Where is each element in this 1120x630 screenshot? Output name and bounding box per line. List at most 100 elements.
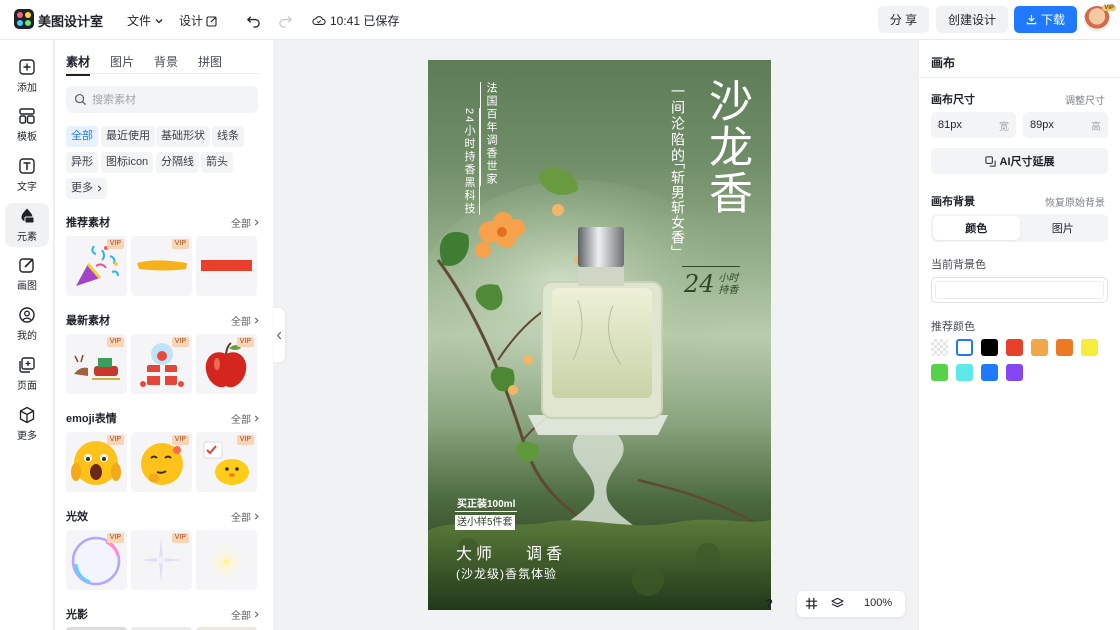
glow-icon — [206, 542, 246, 582]
swatch-light-orange[interactable] — [1031, 339, 1048, 356]
share-button[interactable]: 分 享 — [878, 6, 929, 33]
swatch-black[interactable] — [981, 339, 998, 356]
poster-promo-1[interactable]: 买正装100ml — [455, 497, 518, 512]
chip-recent[interactable]: 最近使用 — [101, 126, 155, 147]
swatch-orange[interactable] — [1056, 339, 1073, 356]
asset-glow-effect[interactable] — [196, 530, 257, 590]
asset-emoji-thinking[interactable]: VIP — [131, 432, 192, 492]
tab-materials[interactable]: 素材 — [66, 53, 91, 76]
chip-icons[interactable]: 图标icon — [101, 152, 154, 173]
search-icon — [74, 93, 87, 106]
swatch-green[interactable] — [931, 364, 948, 381]
poster-promo-2[interactable]: 送小样5件套 — [455, 515, 515, 530]
asset-orange-brush[interactable]: VIP — [131, 236, 192, 296]
canvas-height-field[interactable]: 89px 高 — [1023, 112, 1108, 138]
design-menu-button[interactable]: 设计 — [179, 12, 218, 29]
undo-button[interactable] — [244, 11, 262, 29]
section-all-light-effects[interactable]: 全部 — [231, 509, 260, 524]
poster-tagline-1[interactable]: 一间沦陷的 — [668, 84, 688, 164]
section-all-latest[interactable]: 全部 — [231, 313, 260, 328]
section-all-light-shadow[interactable]: 全部 — [231, 607, 260, 622]
poster-24h-badge[interactable]: 24 小时 持香 — [682, 266, 740, 298]
asset-snow-globe-gift[interactable]: VIP — [131, 334, 192, 394]
panel-collapse-handle[interactable] — [273, 308, 285, 362]
asset-red-bar[interactable] — [196, 236, 257, 296]
poster-vertical-line-2[interactable]: 24小时持香黑科技 — [461, 108, 480, 216]
tab-backgrounds[interactable]: 背景 — [154, 53, 178, 70]
canvas-width-value: 81px — [938, 119, 962, 131]
asset-tabs: 素材 图片 背景 拼图 — [66, 53, 222, 76]
asset-red-apple[interactable]: VIP — [196, 334, 257, 394]
canvas-bg-label: 画布背景 — [931, 196, 975, 208]
chip-lines[interactable]: 线条 — [212, 126, 244, 147]
chip-dividers[interactable]: 分隔线 — [156, 152, 199, 173]
all-label: 全部 — [231, 219, 251, 230]
rail-item-add[interactable]: 添加 — [5, 54, 49, 98]
file-menu-button[interactable]: 文件 — [127, 12, 164, 29]
canvas-width-field[interactable]: 81px 宽 — [931, 112, 1016, 138]
section-all-recommended[interactable]: 全部 — [231, 215, 260, 230]
redo-icon — [278, 15, 292, 28]
current-bg-color-field[interactable] — [931, 277, 1108, 303]
create-design-button[interactable]: 创建设计 — [936, 6, 1008, 33]
asset-reindeer-sleigh[interactable]: VIP — [66, 334, 127, 394]
rail-item-elements[interactable]: 元素 — [5, 203, 49, 247]
grid-toggle[interactable] — [805, 597, 818, 613]
poster-headline[interactable]: 沙龙香 — [694, 78, 758, 216]
swatch-blue[interactable] — [981, 364, 998, 381]
rail-item-draw[interactable]: 画图 — [5, 252, 49, 296]
asset-party-popper[interactable]: VIP — [66, 236, 127, 296]
poster-line-master[interactable]: 大师 调香 — [456, 540, 566, 564]
asset-sparkle-effect[interactable]: VIP — [131, 530, 192, 590]
plus-square-icon — [19, 59, 35, 75]
rail-label: 我的 — [17, 331, 37, 342]
rail-item-mine[interactable]: 我的 — [5, 302, 49, 346]
chip-arrows[interactable]: 箭头 — [201, 152, 233, 173]
asset-search[interactable] — [66, 86, 258, 113]
section-all-emoji[interactable]: 全部 — [231, 411, 260, 426]
asset-bubble-effect[interactable]: VIP — [66, 530, 127, 590]
poster-line-experience[interactable]: (沙龙级)香氛体验 — [456, 565, 557, 582]
chevron-right-icon — [254, 611, 259, 618]
ai-extend-button[interactable]: AI尺寸延展 — [931, 148, 1108, 174]
swatch-purple[interactable] — [1006, 364, 1023, 381]
rail-item-template[interactable]: 模板 — [5, 103, 49, 147]
search-input[interactable] — [92, 93, 242, 106]
chip-all[interactable]: 全部 — [66, 126, 98, 147]
asset-emoji-shocked[interactable]: VIP — [66, 432, 127, 492]
rail-item-page[interactable]: 页面 — [5, 352, 49, 396]
rail-label: 模板 — [17, 132, 37, 143]
app-logo-icon[interactable] — [14, 9, 34, 29]
tab-images[interactable]: 图片 — [110, 53, 134, 70]
rail-item-text[interactable]: 文字 — [5, 153, 49, 197]
poster-vertical-line-1[interactable]: 法国百年调香世家 — [480, 82, 499, 186]
poster-tagline-2[interactable]: 「斩男斩女香」 — [668, 155, 688, 260]
user-avatar[interactable]: VIP — [1084, 5, 1116, 32]
rail-label: 添加 — [17, 83, 37, 94]
tab-collage[interactable]: 拼图 — [198, 53, 222, 70]
seg-image[interactable]: 图片 — [1020, 216, 1107, 240]
download-button[interactable]: 下载 — [1014, 6, 1077, 33]
help-button[interactable]: ? — [765, 596, 773, 611]
swatch-cyan[interactable] — [956, 364, 973, 381]
avatar-vip-badge: VIP — [1102, 5, 1116, 11]
layers-icon — [831, 597, 844, 608]
design-canvas[interactable]: 法国百年调香世家 24小时持香黑科技 一间沦陷的 「斩男斩女香」 沙龙香 24 … — [428, 60, 771, 610]
vip-tag: VIP — [236, 435, 254, 445]
chip-more[interactable]: 更多 — [66, 178, 107, 199]
swatch-yellow[interactable] — [1081, 339, 1098, 356]
app-name[interactable]: 美图设计室 — [38, 11, 103, 30]
layers-toggle[interactable] — [831, 597, 844, 613]
chip-basic-shapes[interactable]: 基础形状 — [156, 126, 210, 147]
swatch-white[interactable] — [956, 339, 973, 356]
redo-button[interactable] — [276, 11, 294, 29]
chip-irregular[interactable]: 异形 — [66, 152, 98, 173]
adjust-size-link[interactable]: 调整尺寸 — [1065, 92, 1105, 107]
swatch-transparent[interactable] — [931, 339, 948, 356]
restore-bg-link[interactable]: 恢复原始背景 — [1045, 194, 1105, 209]
zoom-level[interactable]: 100% — [864, 597, 892, 609]
seg-color[interactable]: 颜色 — [933, 216, 1020, 240]
rail-item-more[interactable]: 更多 — [5, 402, 49, 446]
asset-emoji-chick[interactable]: VIP — [196, 432, 257, 492]
swatch-red[interactable] — [1006, 339, 1023, 356]
